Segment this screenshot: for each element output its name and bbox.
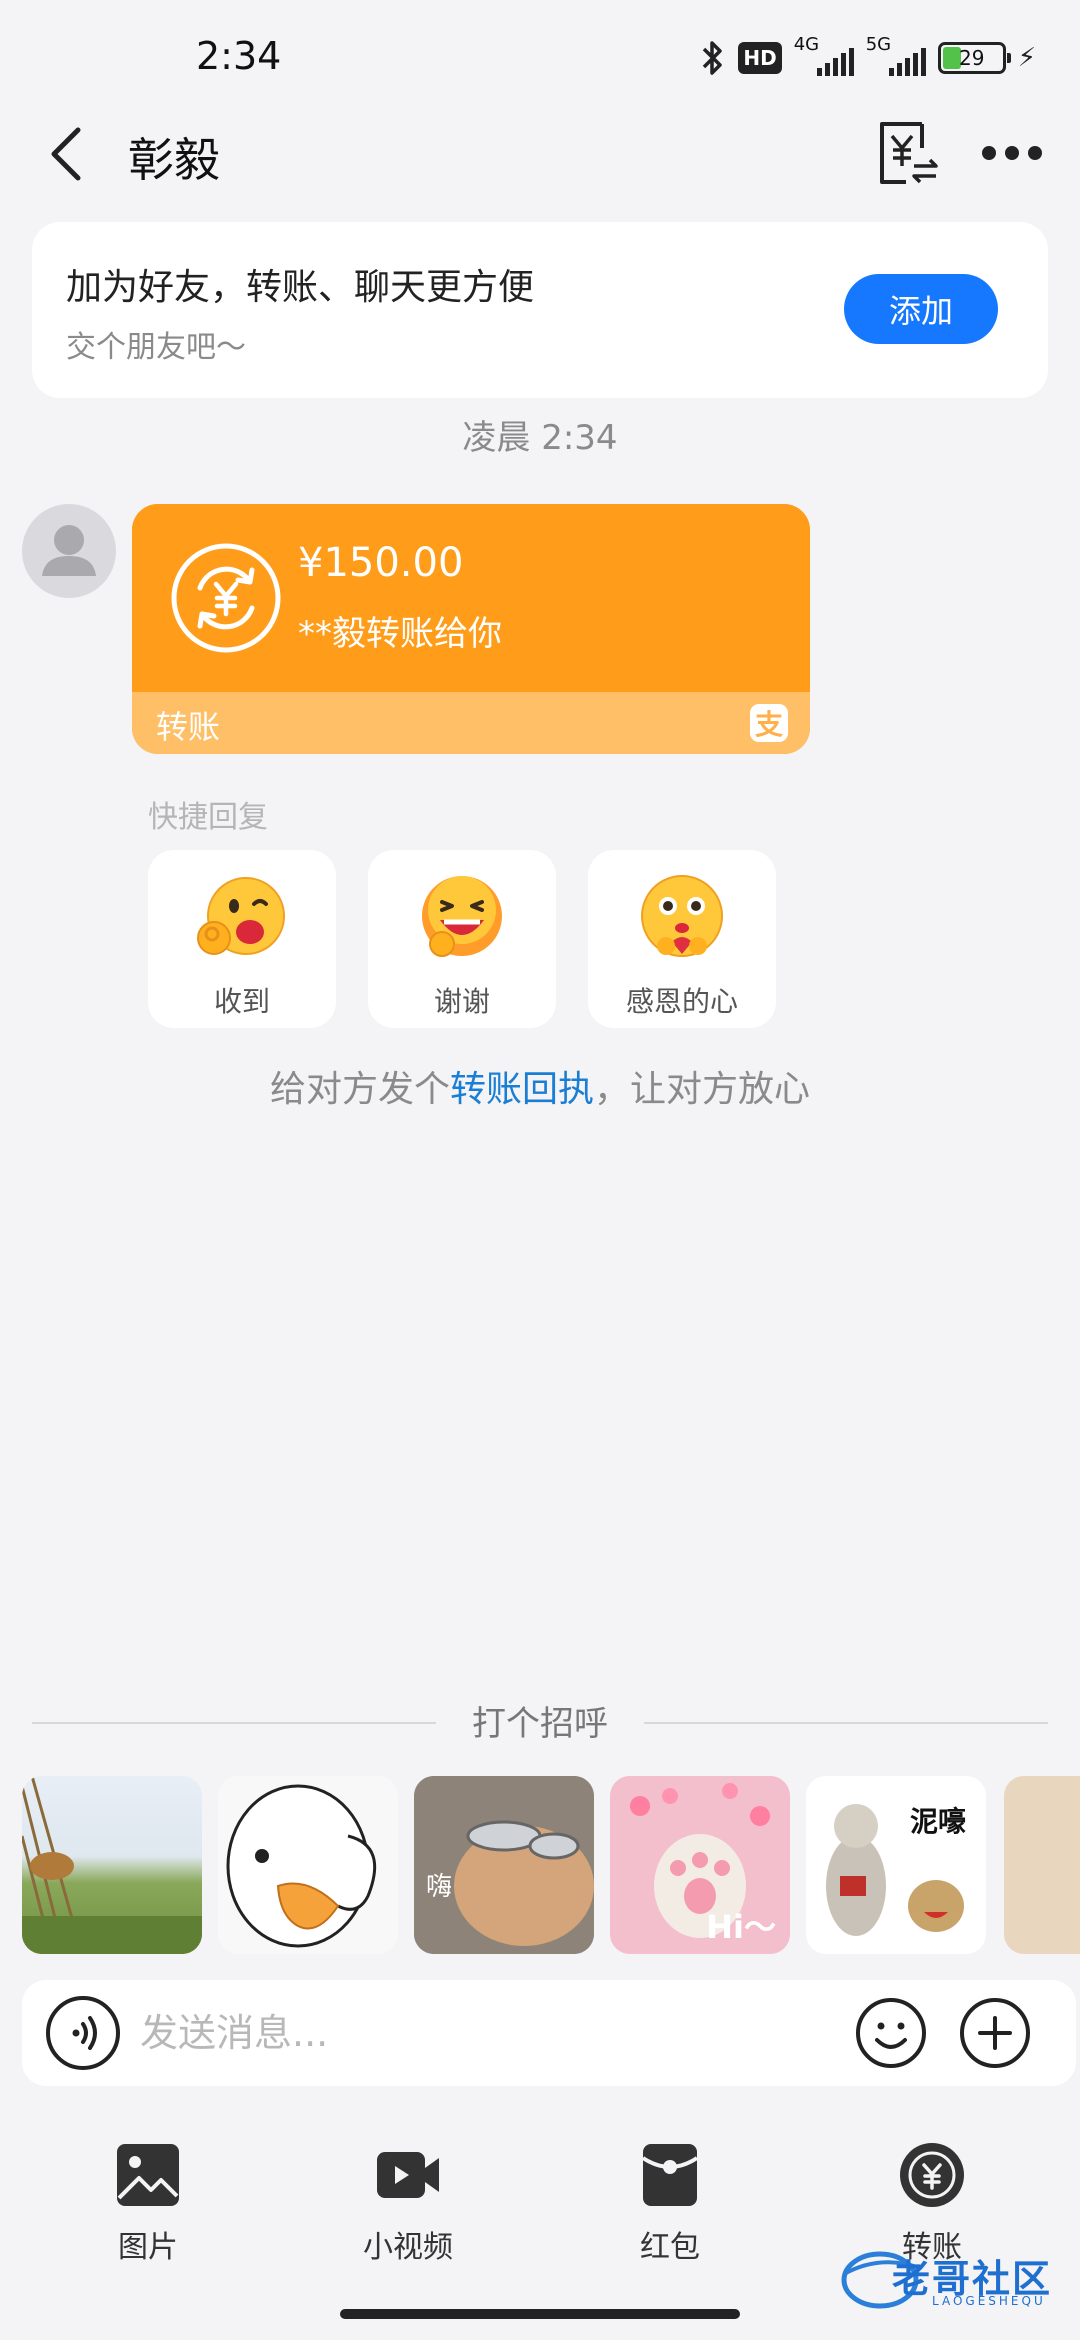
greeting-sticker-duck[interactable]: [218, 1776, 398, 1954]
receipt-tip-suffix: ，让对方放心: [594, 1069, 811, 1110]
smiley-face-icon: [856, 1998, 926, 2068]
image-icon: [117, 2144, 179, 2206]
dot-icon: [1028, 146, 1042, 160]
voice-waves-icon: [72, 2016, 97, 2050]
transfer-message-card[interactable]: ¥150.00 **毅转账给你 转账 支: [132, 504, 810, 754]
quick-reply-received[interactable]: 收到: [148, 850, 336, 1028]
quick-reply-thanks[interactable]: 谢谢: [368, 850, 556, 1028]
quick-reply-label-text: 谢谢: [433, 985, 490, 1018]
cellular-signal-5g-icon: 5G: [866, 34, 926, 78]
quick-reply-label-text: 感恩的心: [625, 985, 738, 1018]
video-icon: [377, 2152, 439, 2198]
transfer-card-body: ¥150.00 **毅转账给你: [132, 504, 810, 692]
greeting-sticker-sunglasses-cat[interactable]: 嗨: [414, 1776, 594, 1954]
quick-reply-grateful[interactable]: 感恩的心: [588, 850, 776, 1028]
dot-icon: [982, 146, 996, 160]
back-button[interactable]: [38, 118, 94, 190]
transfer-yuan-icon: [900, 2143, 964, 2207]
quick-reply-label-text: 收到: [213, 985, 270, 1018]
message-timestamp: 凌晨 2:34: [462, 418, 618, 458]
avatar[interactable]: [22, 504, 116, 598]
battery-icon: 29: [937, 42, 1011, 74]
chevron-left-icon: [51, 127, 81, 181]
sticker-caption: 泥嚎: [910, 1805, 967, 1838]
message-input-bar: [22, 1980, 1076, 2086]
dot-icon: [1005, 146, 1019, 160]
status-time: 2:34: [196, 34, 282, 78]
heart-hands-emoji-icon: [641, 875, 723, 957]
receipt-tip-prefix: 给对方发个: [269, 1069, 450, 1110]
default-user-icon: [42, 525, 96, 576]
greeting-label: 打个招呼: [472, 1704, 608, 1744]
greeting-sticker-waving-cat-dog[interactable]: 泥嚎: [806, 1776, 986, 1954]
status-icons: HD 4G 5G 29 ⚡: [700, 34, 1036, 80]
transfer-records-button[interactable]: [872, 118, 944, 190]
plus-circle-icon: [960, 1998, 1030, 2068]
transfer-label: 转账: [156, 708, 221, 746]
quick-reply-label: 快捷回复: [148, 800, 268, 835]
watermark-logo: 老哥社区 LAOGESHEQU: [840, 2244, 1070, 2316]
add-friend-button[interactable]: 添加: [844, 274, 998, 344]
transfer-received-icon: [171, 543, 281, 653]
field-sticker-image: [22, 1776, 202, 1954]
tool-video[interactable]: 小视频: [328, 2140, 488, 2265]
cellular-signal-4g-icon: 4G: [794, 34, 854, 78]
tool-label: 小视频: [363, 2230, 453, 2265]
home-indicator[interactable]: [340, 2309, 740, 2319]
alipay-icon: 支: [750, 704, 788, 742]
transfer-receipt-link[interactable]: 转账回执: [450, 1069, 594, 1110]
sticker-caption: 嗨: [426, 1872, 453, 1902]
transfer-receipt-tip: 给对方发个转账回执，让对方放心: [0, 1060, 1080, 1112]
chat-title: 彰毅: [128, 133, 220, 187]
tool-red-packet[interactable]: 红包: [590, 2140, 750, 2265]
transfer-amount: ¥150.00: [298, 540, 464, 586]
tool-transfer[interactable]: 转账: [852, 2140, 1012, 2265]
more-options-button[interactable]: [982, 138, 1042, 168]
red-packet-icon: [641, 2144, 699, 2206]
sticker-caption: Hi～: [706, 1908, 776, 1946]
voice-input-button[interactable]: [46, 1996, 120, 2070]
ok-hand-emoji-icon: [197, 877, 285, 955]
add-friend-title: 加为好友，转账、聊天更方便: [66, 267, 535, 308]
status-bar: 2:34 HD 4G 5G 29 ⚡: [0, 0, 1080, 118]
transfer-card-footer: 转账 支: [132, 692, 810, 754]
tool-label: 图片: [118, 2230, 178, 2265]
tool-image[interactable]: 图片: [68, 2140, 228, 2265]
transfer-description: **毅转账给你: [298, 614, 502, 654]
greeting-sticker-cat-paw[interactable]: Hi～: [610, 1776, 790, 1954]
tool-label: 红包: [640, 2230, 700, 2265]
more-actions-button[interactable]: [958, 1996, 1032, 2070]
watermark-subtext: LAOGESHEQU: [932, 2294, 1046, 2308]
message-input[interactable]: [140, 1998, 840, 2068]
bluetooth-icon: [700, 39, 726, 77]
add-friend-subtitle: 交个朋友吧～: [66, 330, 246, 365]
greeting-sticker-partial[interactable]: [1004, 1776, 1080, 1954]
grinning-thanks-emoji-icon: [422, 876, 502, 957]
sunglasses-cat-sticker-image: [414, 1776, 594, 1954]
battery-level-text: 29: [959, 46, 985, 70]
add-friend-card: 加为好友，转账、聊天更方便 交个朋友吧～ 添加: [32, 222, 1048, 398]
duck-sticker-image: [226, 1784, 377, 1948]
transfer-records-icon: [880, 122, 938, 184]
emoji-button[interactable]: [854, 1996, 928, 2070]
greeting-sticker-field[interactable]: [22, 1776, 202, 1954]
charging-bolt-icon: ⚡: [1017, 43, 1036, 73]
hd-voice-badge: HD: [738, 42, 782, 74]
